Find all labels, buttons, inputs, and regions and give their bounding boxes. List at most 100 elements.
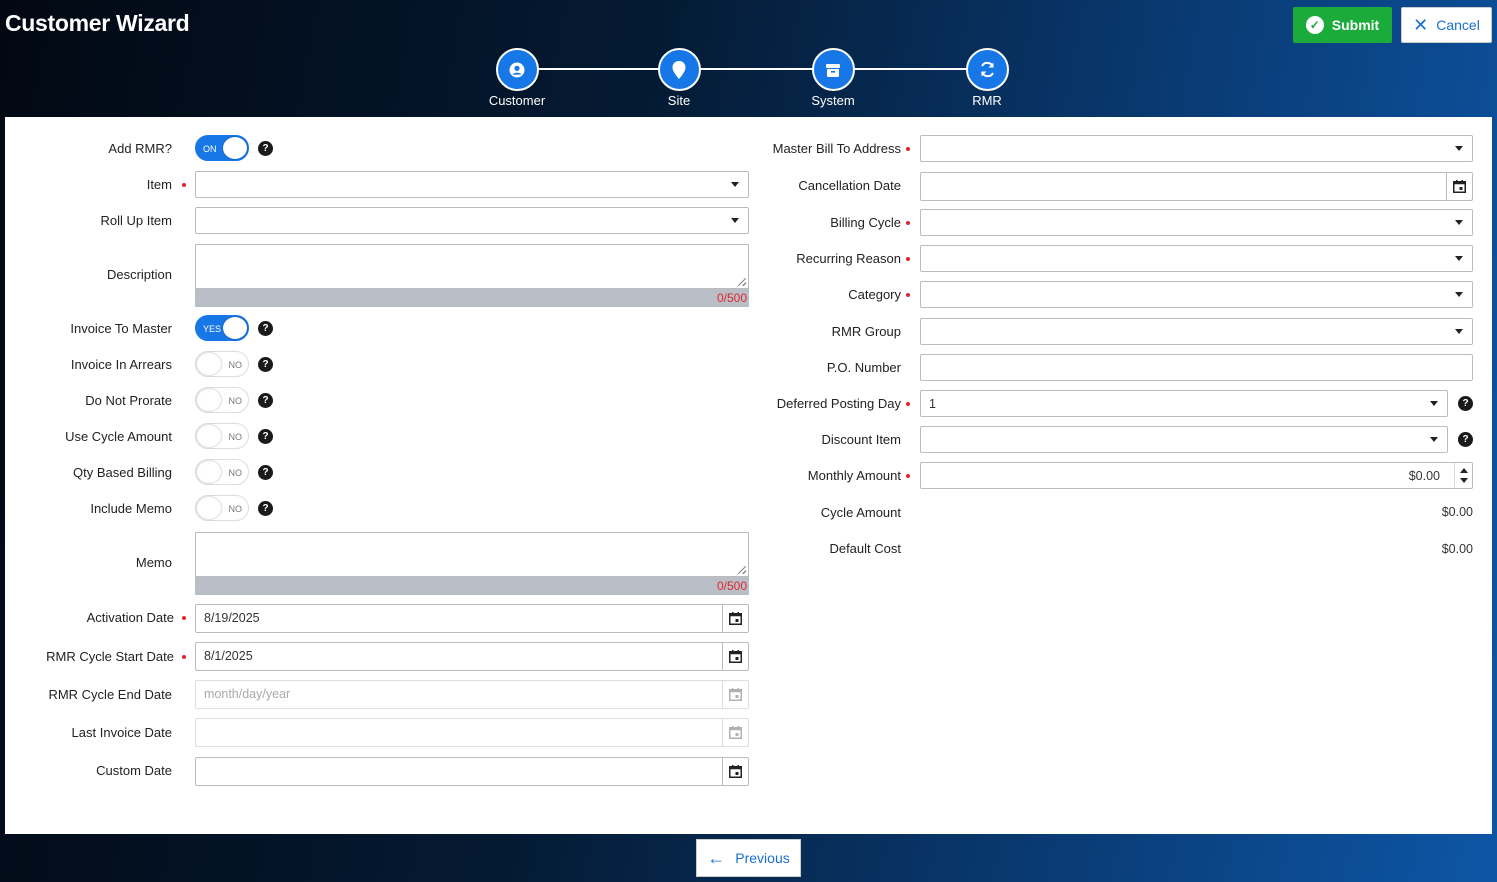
invoice-in-arrears-toggle[interactable]: NO (195, 351, 249, 377)
toggle-text: NO (228, 468, 243, 478)
calendar-icon[interactable] (722, 719, 748, 746)
toggle-text: ON (203, 144, 217, 154)
toggle-text: YES (203, 324, 222, 334)
box-icon (811, 48, 855, 91)
chevron-down-icon (1430, 437, 1438, 442)
toggle-text: NO (228, 360, 243, 370)
billing-cycle-select[interactable] (920, 209, 1473, 236)
use-cycle-amount-toggle[interactable]: NO (195, 423, 249, 449)
step-label: Site (667, 93, 691, 108)
help-icon[interactable]: ? (258, 393, 273, 408)
step-system[interactable]: System (793, 48, 873, 108)
calendar-icon[interactable] (722, 643, 748, 670)
roll-up-item-label: Roll Up Item (100, 213, 172, 228)
app-title: Customer Wizard (5, 10, 190, 36)
last-invoice-date-input[interactable] (195, 718, 749, 747)
help-icon[interactable]: ? (258, 465, 273, 480)
default-cost-label: Default Cost (829, 541, 901, 556)
step-rmr[interactable]: RMR (947, 48, 1027, 108)
toggle-text: NO (228, 396, 243, 406)
po-number-label: P.O. Number (826, 360, 901, 375)
add-rmr-toggle[interactable]: ON (195, 135, 249, 161)
deferred-posting-day-value: 1 (929, 397, 936, 411)
custom-date-input[interactable] (195, 757, 749, 786)
step-label: System (811, 93, 855, 108)
help-icon[interactable]: ? (258, 357, 273, 372)
map-pin-icon (657, 48, 701, 91)
memo-char-count: 0/500 (716, 579, 747, 593)
chevron-down-icon (1430, 401, 1438, 406)
previous-label: Previous (735, 850, 790, 866)
required-dot (182, 616, 186, 620)
calendar-icon[interactable] (722, 758, 748, 785)
activation-date-label: Activation Date (86, 610, 174, 625)
resize-grip-icon[interactable] (738, 566, 746, 574)
previous-button[interactable]: ← Previous (696, 839, 801, 877)
toggle-text: NO (228, 504, 243, 514)
step-customer[interactable]: Customer (477, 48, 557, 108)
step-site[interactable]: Site (639, 48, 719, 108)
required-dot (906, 474, 910, 478)
po-number-input[interactable] (920, 354, 1473, 381)
invoice-to-master-toggle[interactable]: YES (195, 315, 249, 341)
qty-based-billing-toggle[interactable]: NO (195, 459, 249, 485)
cancel-button[interactable]: ✕ Cancel (1401, 7, 1492, 43)
char-count-bar: 0/500 (195, 289, 749, 307)
invoice-in-arrears-label: Invoice In Arrears (70, 357, 172, 372)
help-icon[interactable]: ? (1458, 396, 1473, 411)
calendar-icon[interactable] (722, 605, 748, 632)
toggle-knob (197, 425, 221, 447)
rmr-group-label: RMR Group (831, 324, 901, 339)
activation-date-value: 8/19/2025 (204, 611, 260, 625)
rmr-cycle-end-date-input[interactable]: month/day/year (195, 680, 749, 709)
include-memo-toggle[interactable]: NO (195, 495, 249, 521)
rmr-cycle-start-date-input[interactable]: 8/1/2025 (195, 642, 749, 671)
cancellation-date-input[interactable] (920, 172, 1473, 201)
submit-button[interactable]: ✓ Submit (1293, 7, 1392, 43)
toggle-knob (197, 461, 221, 483)
required-dot (182, 655, 186, 659)
rmr-cycle-end-date-label: RMR Cycle End Date (48, 687, 172, 702)
add-rmr-label: Add RMR? (108, 141, 172, 156)
arrow-left-icon: ← (707, 848, 726, 868)
rmr-group-select[interactable] (920, 318, 1473, 345)
master-bill-to-address-select[interactable] (920, 135, 1473, 162)
deferred-posting-day-select[interactable]: 1 (920, 390, 1448, 417)
help-icon[interactable]: ? (258, 429, 273, 444)
memo-input[interactable] (195, 532, 749, 577)
help-icon[interactable]: ? (258, 141, 273, 156)
description-textarea[interactable]: 0/500 (195, 244, 749, 307)
spinner-up-icon[interactable] (1460, 468, 1468, 473)
do-not-prorate-toggle[interactable]: NO (195, 387, 249, 413)
step-label: RMR (972, 93, 1002, 108)
description-input[interactable] (195, 244, 749, 289)
toggle-knob (197, 353, 221, 375)
resize-grip-icon[interactable] (738, 278, 746, 286)
monthly-amount-input[interactable]: $0.00 (920, 462, 1473, 489)
help-icon[interactable]: ? (1458, 432, 1473, 447)
use-cycle-amount-label: Use Cycle Amount (65, 429, 172, 444)
memo-textarea[interactable]: 0/500 (195, 532, 749, 595)
cancellation-date-label: Cancellation Date (798, 178, 901, 193)
help-icon[interactable]: ? (258, 501, 273, 516)
help-icon[interactable]: ? (258, 321, 273, 336)
calendar-icon[interactable] (722, 681, 748, 708)
discount-item-select[interactable] (920, 426, 1448, 453)
monthly-amount-label: Monthly Amount (807, 468, 901, 483)
spinner-down-icon[interactable] (1460, 478, 1468, 483)
master-bill-to-address-label: Master Bill To Address (772, 141, 901, 156)
recurring-reason-select[interactable] (920, 245, 1473, 272)
user-icon (495, 48, 539, 91)
toggle-knob (223, 137, 247, 159)
activation-date-input[interactable]: 8/19/2025 (195, 604, 749, 633)
char-count-bar: 0/500 (195, 577, 749, 595)
category-select[interactable] (920, 281, 1473, 308)
cycle-amount-value: $0.00 (1441, 505, 1473, 519)
item-select[interactable] (195, 171, 749, 198)
discount-item-label: Discount Item (821, 432, 901, 447)
close-icon: ✕ (1413, 15, 1429, 35)
roll-up-item-select[interactable] (195, 207, 749, 234)
chevron-down-icon (731, 182, 739, 187)
number-spinner[interactable] (1454, 463, 1472, 488)
calendar-icon[interactable] (1446, 173, 1472, 200)
